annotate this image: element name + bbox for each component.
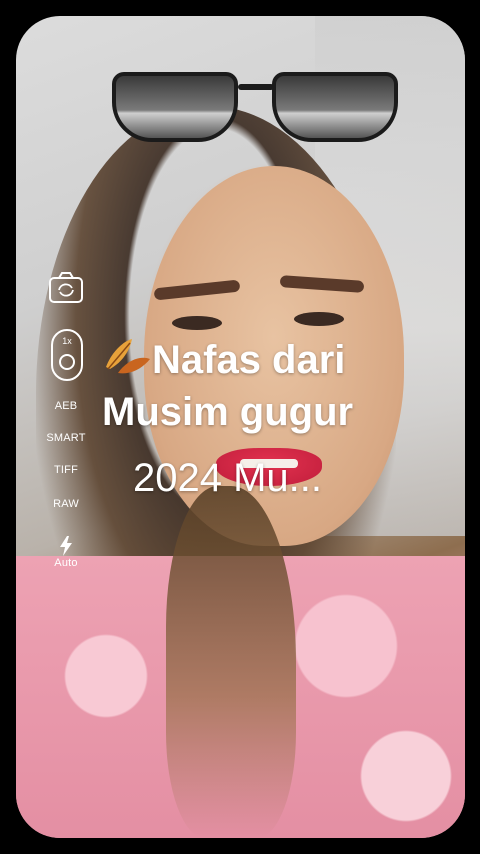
caption-line-2: Musim gugur bbox=[102, 390, 354, 434]
right-lens bbox=[272, 72, 398, 142]
camera-switch-icon[interactable] bbox=[48, 272, 84, 304]
smart-toggle[interactable]: SMART bbox=[42, 432, 90, 444]
right-eye bbox=[294, 312, 344, 326]
flash-mode-label[interactable]: Auto bbox=[42, 557, 90, 569]
subject-hair-strand bbox=[166, 486, 296, 838]
caption-overlay: Nafas dari Musim gugur bbox=[102, 334, 402, 438]
zoom-lens-icon bbox=[59, 354, 75, 370]
flash-icon[interactable] bbox=[58, 536, 74, 556]
caption-line-1: Nafas dari bbox=[152, 338, 346, 382]
raw-toggle[interactable]: RAW bbox=[42, 498, 90, 510]
sunglasses-bridge bbox=[238, 84, 274, 90]
zoom-toggle[interactable]: 1x bbox=[51, 329, 83, 381]
zoom-level-label: 1x bbox=[62, 336, 72, 346]
caption-line-1-row: Nafas dari bbox=[102, 334, 402, 386]
caption-line-3: 2024 Mu... bbox=[133, 456, 323, 500]
left-eye bbox=[172, 316, 222, 330]
aeb-toggle[interactable]: AEB bbox=[42, 400, 90, 412]
tiff-toggle[interactable]: TIFF bbox=[42, 464, 90, 476]
autumn-leaf-icon bbox=[102, 337, 152, 377]
sunglasses bbox=[102, 66, 402, 146]
left-lens bbox=[112, 72, 238, 142]
